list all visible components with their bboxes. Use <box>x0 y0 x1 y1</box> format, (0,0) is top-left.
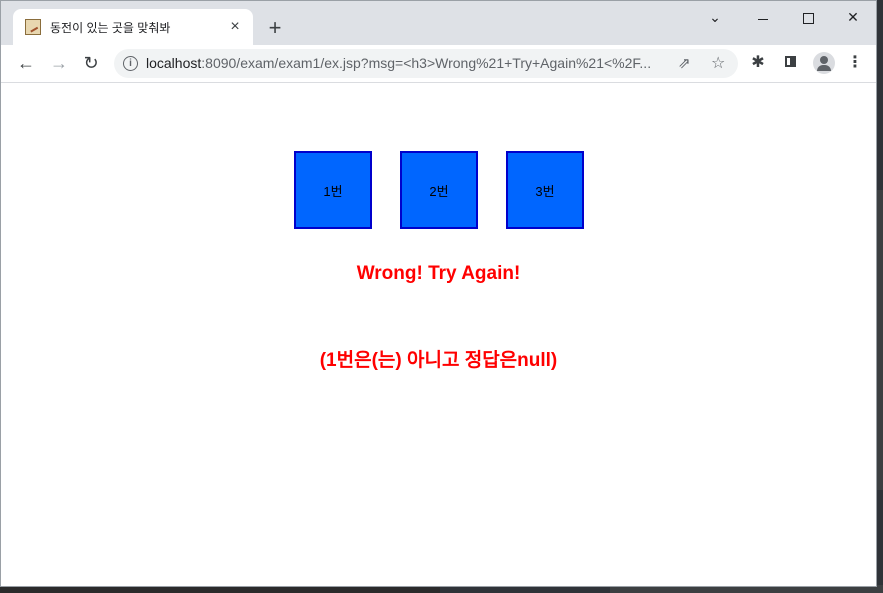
browser-window: 동전이 있는 곳을 맞춰봐 × + ⌄ ✕ ← → ↻ i localhost:… <box>0 0 877 587</box>
site-info-icon[interactable]: i <box>123 56 138 71</box>
coin-box-2[interactable]: 2번 <box>400 151 478 229</box>
tab-close-icon[interactable]: × <box>227 19 243 35</box>
minimize-button[interactable] <box>753 9 773 25</box>
maximize-icon <box>802 12 814 24</box>
browser-menu-icon[interactable]: ⋮ <box>846 54 864 72</box>
tab-search-icon[interactable]: ⌄ <box>705 9 725 26</box>
bookmark-star-icon[interactable]: ☆ <box>711 53 725 73</box>
reload-button[interactable]: ↻ <box>79 51 103 75</box>
window-close-button[interactable]: ✕ <box>843 9 863 26</box>
answer-detail-message: (1번은(는) 아니고 정답은null) <box>319 350 558 371</box>
maximize-button[interactable] <box>798 9 818 25</box>
minimize-icon <box>758 18 768 20</box>
result-message: Wrong! Try Again! <box>356 263 521 284</box>
browser-tab[interactable]: 동전이 있는 곳을 맞춰봐 × <box>13 9 253 45</box>
side-panel-button[interactable] <box>781 54 799 72</box>
side-panel-icon <box>784 56 796 67</box>
share-icon[interactable]: ⇗ <box>678 54 691 72</box>
new-tab-button[interactable]: + <box>264 17 286 39</box>
address-bar[interactable]: i localhost:8090/exam/exam1/ex.jsp?msg=<… <box>114 49 738 78</box>
url-path: :8090/exam/exam1/ex.jsp?msg=<h3>Wrong%21… <box>201 55 652 71</box>
browser-toolbar: ← → ↻ i localhost:8090/exam/exam1/ex.jsp… <box>1 45 876 83</box>
url-text[interactable]: localhost:8090/exam/exam1/ex.jsp?msg=<h3… <box>146 55 666 71</box>
profile-avatar-icon[interactable] <box>813 52 835 74</box>
forward-button[interactable]: → <box>47 51 71 75</box>
tab-strip: 동전이 있는 곳을 맞춰봐 × + ⌄ ✕ <box>1 1 876 45</box>
coin-box-1[interactable]: 1번 <box>294 151 372 229</box>
page-content: 1번 2번 3번 Wrong! Try Again! (1번은(는) 아니고 정… <box>1 83 876 586</box>
url-host: localhost <box>146 55 202 71</box>
tab-title: 동전이 있는 곳을 맞춰봐 <box>50 20 171 35</box>
coin-box-3[interactable]: 3번 <box>506 151 584 229</box>
page-favicon-icon <box>25 19 41 35</box>
back-button[interactable]: ← <box>14 51 38 75</box>
extensions-icon[interactable]: ✱ <box>749 54 767 72</box>
